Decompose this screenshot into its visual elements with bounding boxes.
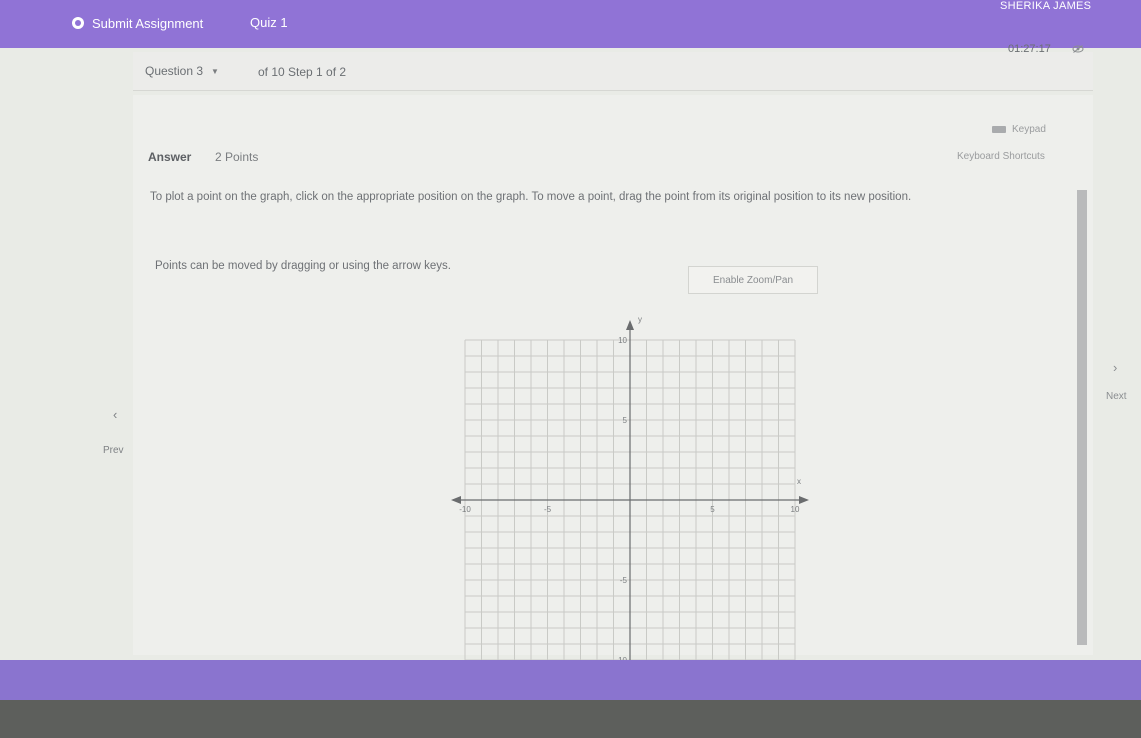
- keyboard-shortcuts-link[interactable]: Keyboard Shortcuts: [957, 151, 1045, 162]
- keypad-button[interactable]: Keypad: [992, 124, 1046, 135]
- instruction-drag-text: Points can be moved by dragging or using…: [155, 260, 451, 272]
- scrollbar[interactable]: [1077, 190, 1087, 645]
- chevron-left-icon[interactable]: ‹: [113, 407, 117, 422]
- answer-label: Answer: [148, 150, 192, 164]
- y-axis-label: y: [638, 315, 642, 324]
- submit-assignment-button[interactable]: Submit Assignment: [72, 12, 203, 34]
- next-button[interactable]: Next: [1106, 391, 1127, 402]
- points-label: 2 Points: [215, 150, 259, 164]
- question-header: Question 3 ▼ of 10 Step 1 of 2: [133, 52, 1093, 91]
- keyboard-icon: [992, 126, 1006, 133]
- x-tick-label: 10: [791, 505, 800, 514]
- prev-button[interactable]: Prev: [103, 445, 124, 456]
- x-axis-label: x: [797, 477, 801, 486]
- instruction-text: To plot a point on the graph, click on t…: [150, 191, 912, 203]
- hide-timer-icon[interactable]: [1072, 44, 1084, 54]
- y-tick-label: -5: [620, 576, 628, 585]
- coordinate-graph[interactable]: x y -10 -5 5 10 10 5 -5 -10: [450, 300, 820, 670]
- chevron-down-icon: ▼: [211, 66, 219, 76]
- question-select-label: Question 3: [145, 64, 204, 78]
- submit-icon: [72, 17, 84, 29]
- y-tick-label: 10: [618, 336, 627, 345]
- x-axis-arrow-right-icon: [799, 496, 809, 504]
- student-name: SHERIKA JAMES: [1000, 0, 1092, 12]
- y-tick-label: 5: [623, 416, 628, 425]
- submit-assignment-label: Submit Assignment: [92, 15, 204, 31]
- x-axis-arrow-left-icon: [451, 496, 461, 504]
- question-select[interactable]: Question 3 ▼: [145, 64, 219, 78]
- keypad-label: Keypad: [1012, 124, 1046, 135]
- chevron-right-icon[interactable]: ›: [1113, 360, 1117, 375]
- x-tick-label: 5: [710, 505, 715, 514]
- timer: 01:27:17: [1008, 43, 1051, 55]
- quiz-title: Quiz 1: [250, 15, 288, 30]
- x-tick-label: -5: [544, 505, 552, 514]
- x-tick-label: -10: [459, 505, 471, 514]
- question-progress: of 10 Step 1 of 2: [258, 65, 347, 79]
- screen-bezel: [0, 700, 1141, 738]
- enable-zoom-pan-button[interactable]: Enable Zoom/Pan: [688, 266, 818, 294]
- y-axis-arrow-up-icon: [626, 320, 634, 330]
